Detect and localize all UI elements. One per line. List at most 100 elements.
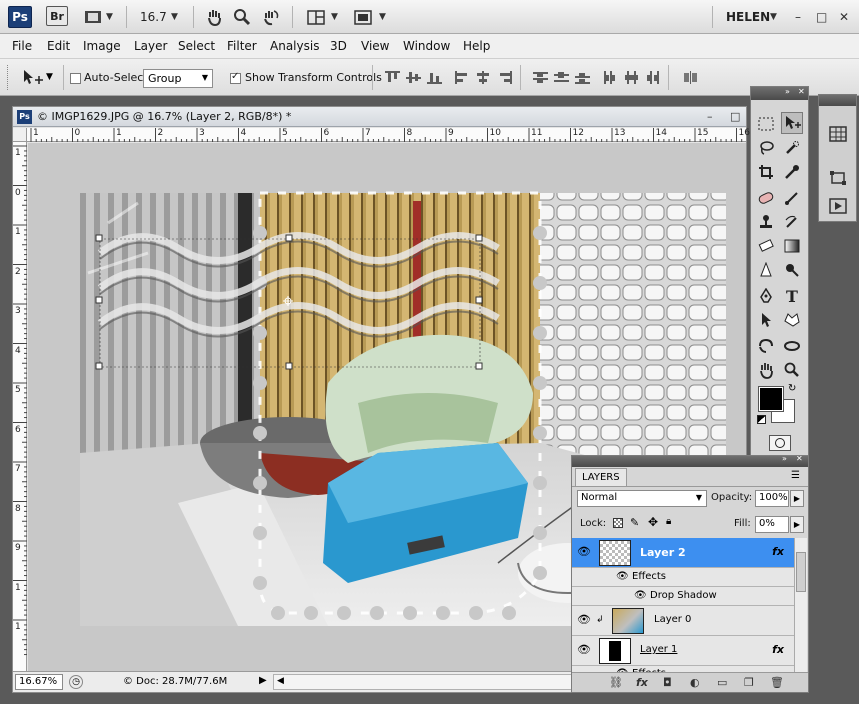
distribute-horizontal-center-icon[interactable] xyxy=(624,71,639,84)
default-colors-icon[interactable] xyxy=(757,415,766,424)
close-icon[interactable]: ✕ xyxy=(796,456,803,463)
distribute-vertical-center-icon[interactable] xyxy=(554,71,569,84)
menu-image[interactable]: Image xyxy=(83,39,121,53)
foreground-color-swatch[interactable] xyxy=(758,386,784,412)
align-horizontal-center-icon[interactable] xyxy=(476,71,491,84)
menu-edit[interactable]: Edit xyxy=(47,39,70,53)
chevron-down-icon[interactable]: ▼ xyxy=(106,6,113,28)
screen-mode-icon[interactable] xyxy=(352,6,374,28)
layer-name[interactable]: Layer 0 xyxy=(654,614,691,625)
menu-layer[interactable]: Layer xyxy=(134,39,167,53)
actions-panel-icon[interactable] xyxy=(827,195,849,217)
maximize-button[interactable]: □ xyxy=(816,6,827,28)
minimize-button[interactable]: – xyxy=(795,6,801,28)
menu-file[interactable]: File xyxy=(12,39,32,53)
zoom-tool-icon[interactable] xyxy=(232,6,252,28)
menu-analysis[interactable]: Analysis xyxy=(270,39,319,53)
align-vertical-center-icon[interactable] xyxy=(406,71,421,84)
hand-tool-icon[interactable] xyxy=(204,6,224,28)
layer-name[interactable]: Layer 1 xyxy=(640,644,677,655)
vertical-ruler[interactable]: 1 0 1 2 3 4 5 6 7 8 9 1 1 xyxy=(13,142,27,671)
distribute-right-icon[interactable] xyxy=(645,71,660,84)
align-bottom-icon[interactable] xyxy=(427,71,442,84)
chevron-down-icon[interactable]: ▼ xyxy=(171,6,178,28)
panel-menu-icon[interactable]: ☰ xyxy=(791,470,800,481)
align-top-icon[interactable] xyxy=(385,71,400,84)
adjustment-layer-icon[interactable]: ◐ xyxy=(690,676,700,689)
document-title-bar[interactable]: Ps © IMGP1629.JPG @ 16.7% (Layer 2, RGB/… xyxy=(13,107,746,127)
lock-transparency-icon[interactable] xyxy=(613,518,623,528)
layers-panel-header[interactable]: » ✕ xyxy=(572,456,808,467)
layer-effects-row[interactable]: 👁︎ Effects xyxy=(572,568,794,587)
navigator-panel-icon[interactable] xyxy=(827,123,849,145)
fill-input[interactable]: 0% xyxy=(755,516,789,533)
rotate-view-icon[interactable] xyxy=(261,6,281,28)
blend-mode-dropdown[interactable]: Normal ▼ xyxy=(577,490,707,507)
marquee-tool-icon[interactable] xyxy=(755,113,777,135)
zoom-level-value[interactable]: 16.7 xyxy=(140,6,167,28)
delete-layer-icon[interactable]: 🗑︎ xyxy=(770,676,784,689)
align-right-icon[interactable] xyxy=(497,71,512,84)
minimize-button[interactable]: – xyxy=(707,110,713,123)
layer-row-layer-1[interactable]: 👁︎ Layer 1 fx xyxy=(572,636,794,666)
maximize-button[interactable]: □ xyxy=(730,110,740,123)
zoom-input[interactable]: 16.67% xyxy=(15,674,63,690)
menu-window[interactable]: Window xyxy=(403,39,450,53)
chevron-down-icon[interactable]: ▼ xyxy=(46,72,53,82)
dock-header[interactable] xyxy=(819,95,856,106)
layer-effects-badge[interactable]: fx xyxy=(772,643,784,656)
distribute-left-icon[interactable] xyxy=(603,71,618,84)
pen-tool-icon[interactable] xyxy=(755,285,777,307)
close-button[interactable]: ✕ xyxy=(839,6,849,28)
bridge-button[interactable]: Br xyxy=(46,6,68,26)
dodge-tool-icon[interactable] xyxy=(781,259,803,281)
eraser-tool-icon[interactable] xyxy=(755,235,777,257)
transform-panel-icon[interactable] xyxy=(827,167,849,189)
lock-pixels-icon[interactable]: ✎ xyxy=(630,516,639,529)
menu-help[interactable]: Help xyxy=(463,39,490,53)
chevron-down-icon[interactable]: ▼ xyxy=(379,6,386,28)
distribute-top-icon[interactable] xyxy=(533,71,548,84)
arrange-documents-icon[interactable] xyxy=(305,6,327,28)
menu-3d[interactable]: 3D xyxy=(330,39,347,53)
auto-align-layers-icon[interactable] xyxy=(683,71,698,84)
collapse-icon[interactable]: » xyxy=(785,87,790,96)
visibility-eye-icon[interactable]: 👁︎ xyxy=(616,571,629,582)
chevron-down-icon[interactable]: ▼ xyxy=(331,6,338,28)
fill-slider-button[interactable]: ▶ xyxy=(790,516,804,533)
lasso-tool-icon[interactable] xyxy=(755,137,777,159)
distribute-bottom-icon[interactable] xyxy=(575,71,590,84)
collapse-icon[interactable]: » xyxy=(782,456,787,463)
scroll-thumb[interactable] xyxy=(796,552,806,592)
lock-position-icon[interactable]: ✥ xyxy=(648,515,658,529)
3d-orbit-tool-icon[interactable] xyxy=(781,335,803,357)
opacity-slider-button[interactable]: ▶ xyxy=(790,490,804,507)
close-icon[interactable]: ✕ xyxy=(798,87,805,96)
auto-select-checkbox[interactable] xyxy=(70,71,81,85)
move-tool-icon[interactable] xyxy=(781,112,803,134)
add-layer-style-icon[interactable]: fx xyxy=(636,676,648,689)
quick-mask-button[interactable] xyxy=(769,435,791,451)
layer-row-layer-2[interactable]: 👁︎ Layer 2 fx xyxy=(572,538,794,568)
film-strip-icon[interactable] xyxy=(82,6,104,28)
healing-brush-tool-icon[interactable] xyxy=(755,187,777,209)
visibility-eye-icon[interactable]: 👁︎ xyxy=(577,613,591,626)
tools-panel-header[interactable]: » ✕ xyxy=(751,87,808,100)
scroll-left-icon[interactable]: ◀ xyxy=(277,676,284,686)
visibility-eye-icon[interactable]: 👁︎ xyxy=(634,590,647,601)
add-mask-icon[interactable]: ◘ xyxy=(663,676,672,689)
zoom-tool-icon[interactable] xyxy=(781,359,803,381)
ruler-origin[interactable] xyxy=(13,128,27,142)
custom-shape-tool-icon[interactable] xyxy=(781,309,803,331)
path-selection-tool-icon[interactable] xyxy=(755,309,777,331)
layer-name[interactable]: Layer 2 xyxy=(640,546,686,559)
lock-all-icon[interactable]: 🔒︎ xyxy=(666,516,671,527)
menu-view[interactable]: View xyxy=(361,39,389,53)
eyedropper-tool-icon[interactable] xyxy=(781,161,803,183)
horizontal-ruler[interactable]: 1 0 1 2 3 4 5 6 7 8 9 10 11 12 13 14 15 16 xyxy=(27,128,750,142)
menu-select[interactable]: Select xyxy=(178,39,215,53)
status-menu-arrow-icon[interactable]: ▶ xyxy=(259,675,267,686)
options-grip[interactable] xyxy=(7,65,9,90)
crop-tool-icon[interactable] xyxy=(755,161,777,183)
type-tool-icon[interactable]: T xyxy=(781,285,803,307)
